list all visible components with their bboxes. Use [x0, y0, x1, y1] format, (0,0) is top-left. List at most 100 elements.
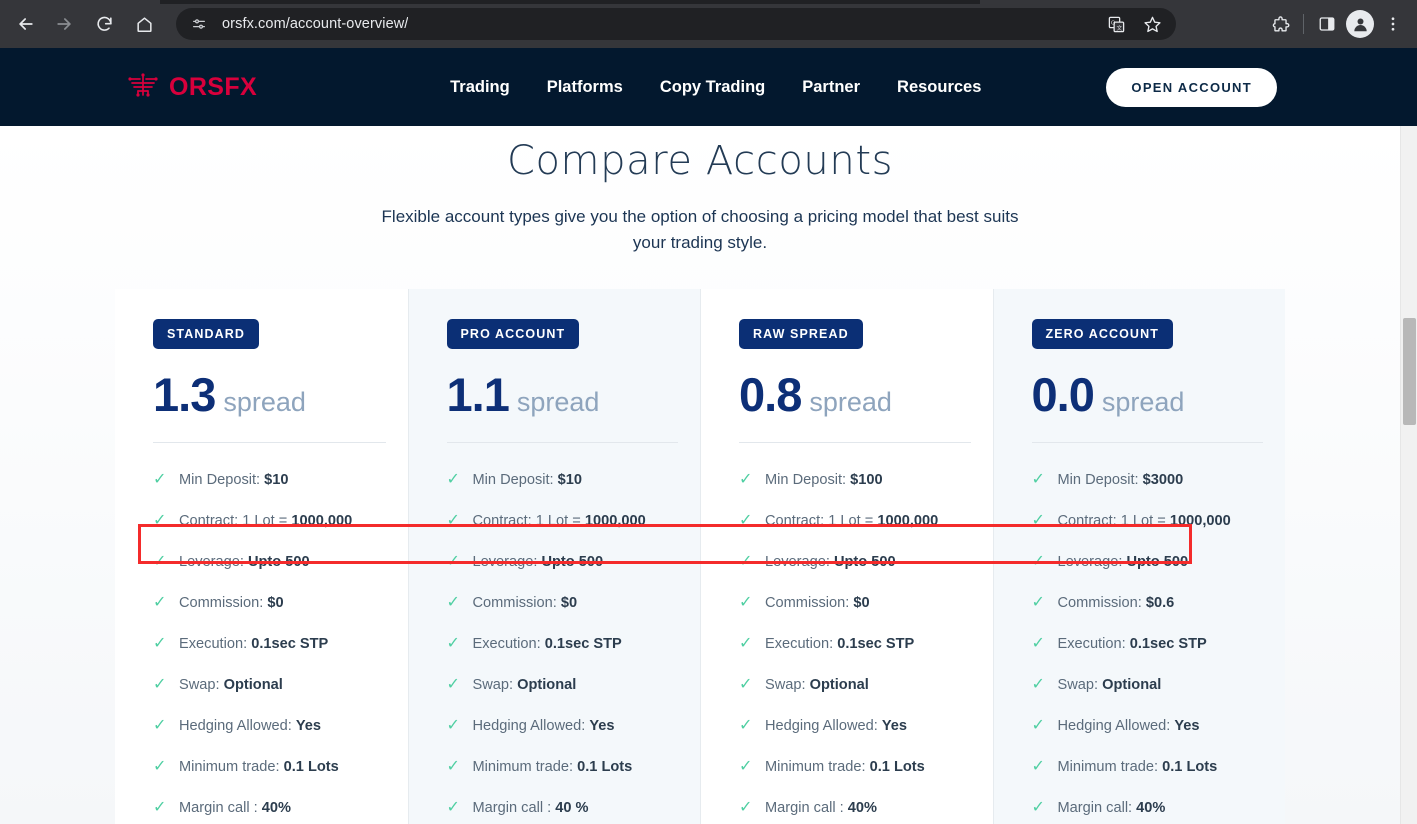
nav-item-copy-trading[interactable]: Copy Trading — [660, 78, 765, 97]
page-title: Compare Accounts — [506, 138, 894, 184]
check-icon: ✓ — [739, 757, 753, 775]
feature-row: ✓ Commission: $0.6 — [1032, 582, 1264, 623]
feature-label: Leverage: — [765, 553, 834, 570]
feature-row: ✓ Commission: $0 — [739, 582, 971, 623]
check-icon: ✓ — [153, 511, 167, 529]
nav-item-partner[interactable]: Partner — [802, 78, 860, 97]
feature-value: $0.6 — [1145, 594, 1175, 611]
feature-label: Commission: — [765, 594, 854, 611]
feature-row: ✓ Swap: Optional — [739, 664, 971, 705]
reload-icon[interactable] — [87, 7, 121, 41]
feature-value: Optional — [1102, 676, 1162, 693]
open-account-button[interactable]: OPEN ACCOUNT — [1106, 67, 1277, 107]
feature-label: Min Deposit: — [179, 471, 265, 488]
address-bar[interactable]: orsfx.com/account-overview/ G 文 — [176, 8, 1176, 40]
feature-label: Swap: — [179, 676, 224, 693]
feature-text: Leverage: Upto 500 — [179, 554, 310, 570]
feature-row: ✓ Leverage: Upto 500 — [739, 541, 971, 582]
feature-value: Optional — [223, 676, 283, 693]
feature-text: Min Deposit: $10 — [179, 472, 289, 488]
feature-label: Hedging Allowed: — [472, 717, 590, 734]
nav-item-trading[interactable]: Trading — [450, 78, 510, 97]
check-icon: ✓ — [1031, 675, 1045, 693]
back-arrow-icon[interactable] — [9, 7, 43, 41]
account-type-badge: PRO ACCOUNT — [446, 319, 580, 349]
feature-label: Minimum trade: — [765, 758, 870, 775]
feature-label: Execution: — [1057, 635, 1130, 652]
feature-label: Commission: — [179, 594, 268, 611]
site-header: ORSFX Trading Platforms Copy Trading Par… — [0, 48, 1417, 126]
translate-icon[interactable]: G 文 — [1100, 8, 1132, 40]
check-icon: ✓ — [1031, 757, 1045, 775]
check-icon: ✓ — [153, 593, 167, 611]
spread-display: 0.0 spread — [1032, 367, 1264, 422]
feature-row: ✓ Execution: 0.1sec STP — [447, 623, 679, 664]
nav-item-resources[interactable]: Resources — [897, 78, 981, 97]
browser-action-icons — [1264, 8, 1409, 40]
feature-value: 0.1 Lots — [869, 758, 925, 775]
feature-value: 0.1 Lots — [577, 758, 633, 775]
check-icon: ✓ — [1031, 798, 1045, 816]
feature-text: Leverage: Upto 500 — [473, 554, 604, 570]
feature-text: Hedging Allowed: Yes — [473, 718, 615, 734]
spread-label: spread — [809, 387, 892, 417]
account-card: ZERO ACCOUNT 0.0 spread ✓ Min Deposit: $3000… — [992, 289, 1285, 824]
feature-label: Margin call : — [179, 799, 262, 816]
feature-value: Upto 500 — [247, 553, 310, 570]
feature-label: Minimum trade: — [179, 758, 284, 775]
page-scrollbar[interactable] — [1400, 126, 1417, 824]
feature-value: 1000,000 — [584, 512, 646, 529]
scrollbar-thumb[interactable] — [1403, 318, 1416, 425]
star-icon[interactable] — [1136, 8, 1168, 40]
feature-text: Min Deposit: $3000 — [1058, 472, 1184, 488]
feature-label: Min Deposit: — [1057, 471, 1143, 488]
feature-text: Swap: Optional — [179, 677, 283, 693]
feature-row: ✓ Commission: $0 — [153, 582, 386, 623]
check-icon: ✓ — [446, 511, 460, 529]
feature-value: Upto 500 — [1126, 553, 1189, 570]
feature-value: Optional — [517, 676, 577, 693]
feature-text: Contract: 1 Lot = 1000,000 — [179, 513, 352, 529]
feature-label: Minimum trade: — [1057, 758, 1163, 775]
nav-item-platforms[interactable]: Platforms — [547, 78, 623, 97]
feature-label: Commission: — [1057, 594, 1146, 611]
feature-text: Minimum trade: 0.1 Lots — [765, 759, 925, 775]
feature-row: ✓ Leverage: Upto 500 — [1032, 541, 1264, 582]
orsfx-circuit-logo-icon — [126, 70, 160, 105]
profile-avatar-icon[interactable] — [1346, 10, 1374, 38]
check-icon: ✓ — [1031, 634, 1045, 652]
feature-label: Swap: — [472, 676, 518, 693]
site-settings-icon[interactable] — [186, 11, 212, 37]
feature-value: $3000 — [1142, 471, 1184, 488]
feature-text: Execution: 0.1sec STP — [473, 636, 622, 652]
three-dot-menu-icon[interactable] — [1377, 8, 1409, 40]
feature-row: ✓ Minimum trade: 0.1 Lots — [739, 746, 971, 787]
feature-text: Commission: $0 — [179, 595, 284, 611]
check-icon: ✓ — [153, 675, 167, 693]
check-icon: ✓ — [1031, 511, 1045, 529]
feature-row: ✓ Hedging Allowed: Yes — [153, 705, 386, 746]
feature-value: 0.1sec STP — [544, 635, 622, 652]
feature-label: Contract: 1 Lot = — [179, 512, 292, 529]
feature-text: Contract: 1 Lot = 1000,000 — [765, 513, 938, 529]
feature-text: Swap: Optional — [1058, 677, 1162, 693]
page-content: Compare Accounts Flexible account types … — [0, 126, 1400, 824]
feature-text: Execution: 0.1sec STP — [1058, 636, 1207, 652]
home-icon[interactable] — [127, 7, 161, 41]
site-logo[interactable]: ORSFX — [126, 70, 257, 105]
feature-value: Yes — [295, 717, 321, 734]
feature-row: ✓ Swap: Optional — [1032, 664, 1264, 705]
tab-strip-edge — [160, 0, 980, 4]
check-icon: ✓ — [739, 470, 753, 488]
spread-value: 0.8 — [739, 368, 802, 421]
feature-text: Margin call : 40% — [765, 800, 877, 816]
side-panel-icon[interactable] — [1311, 8, 1343, 40]
feature-label: Margin call : — [472, 799, 556, 816]
check-icon: ✓ — [153, 634, 167, 652]
feature-text: Commission: $0 — [765, 595, 870, 611]
feature-row: ✓ Margin call : 40 % — [447, 787, 679, 824]
extensions-puzzle-icon[interactable] — [1264, 8, 1296, 40]
feature-row: ✓ Leverage: Upto 500 — [153, 541, 386, 582]
feature-text: Min Deposit: $10 — [473, 472, 583, 488]
feature-row: ✓ Execution: 0.1sec STP — [739, 623, 971, 664]
